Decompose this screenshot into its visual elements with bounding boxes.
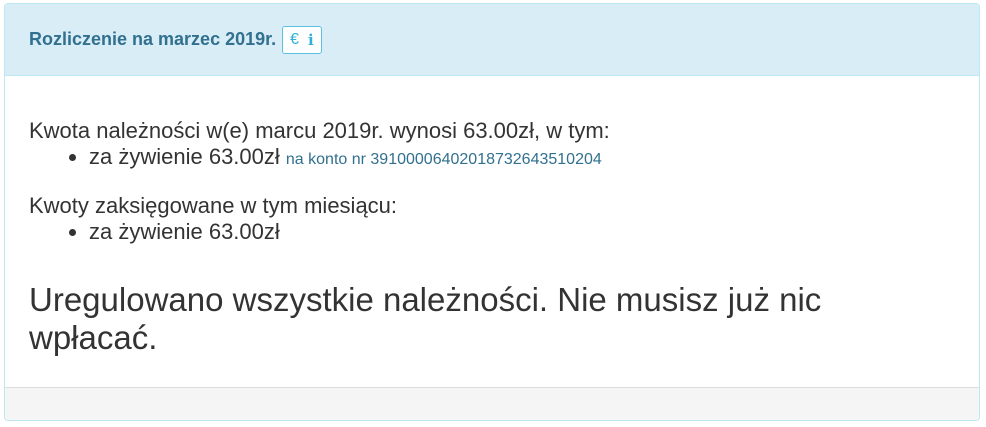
euro-icon: € [290,30,300,48]
account-number: na konto nr 39100006402018732643510204 [285,151,602,168]
list-item: za żywienie 63.00zł [89,219,955,245]
booked-item-label: za żywienie 63.00zł [89,219,280,244]
panel-heading: Rozliczenie na marzec 2019r. € i [5,4,979,76]
booked-amounts-text: Kwoty zaksięgowane w tym miesiącu: [29,193,398,218]
booked-amounts-list: za żywienie 63.00zł [29,219,955,245]
payment-info-button[interactable]: € i [282,25,322,54]
due-item-label: za żywienie 63.00zł [89,144,280,169]
info-icon: i [308,30,314,49]
panel-body: Kwota należności w(e) marcu 2019r. wynos… [5,76,979,357]
panel-title: Rozliczenie na marzec 2019r. [29,29,277,49]
list-item: za żywienie 63.00zł na konto nr 39100006… [89,144,955,173]
amount-due-text: Kwota należności w(e) marcu 2019r. wynos… [29,118,610,143]
settlement-panel: Rozliczenie na marzec 2019r. € i Kwota n… [4,3,980,421]
settled-message: Uregulowano wszystkie należności. Nie mu… [29,281,822,356]
amount-due-list: za żywienie 63.00zł na konto nr 39100006… [29,144,955,173]
panel-footer [5,387,979,420]
